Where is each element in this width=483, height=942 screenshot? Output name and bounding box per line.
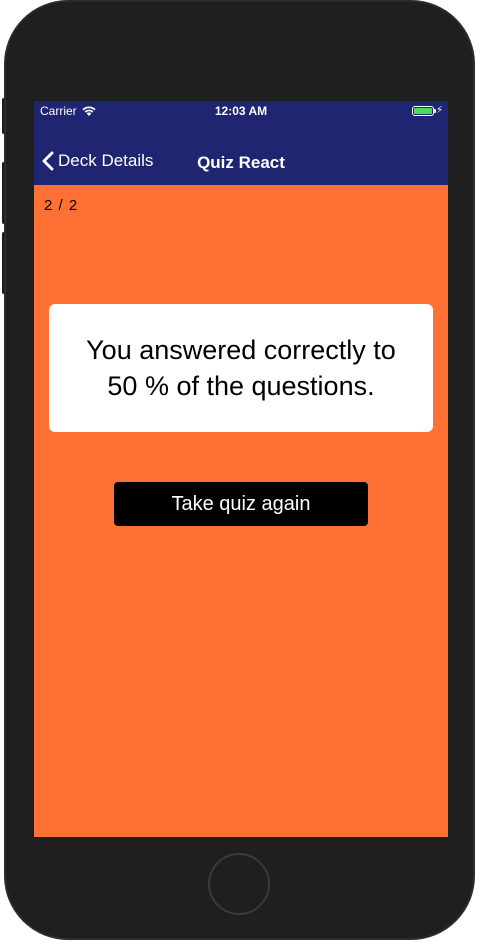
chevron-left-icon <box>42 151 54 171</box>
app-screen: Carrier 12:03 AM ⚡ Deck Details Quiz Rea… <box>34 101 448 837</box>
status-time: 12:03 AM <box>214 104 268 118</box>
battery-indicator: ⚡ <box>411 105 443 116</box>
battery-level <box>413 107 432 114</box>
battery-icon <box>411 105 436 116</box>
back-button[interactable]: Deck Details <box>42 151 153 171</box>
back-label: Deck Details <box>58 151 154 170</box>
home-button[interactable] <box>208 853 270 915</box>
result-message: You answered correctly to 50 % of the qu… <box>86 335 396 401</box>
status-bar: Carrier 12:03 AM ⚡ <box>34 101 448 121</box>
page-title-text: Quiz React <box>197 153 285 172</box>
bolt-icon: ⚡ <box>435 105 443 116</box>
navigation-bar: Deck Details Quiz React <box>34 121 448 185</box>
result-card: You answered correctly to 50 % of the qu… <box>49 304 433 432</box>
take-quiz-again-button[interactable]: Take quiz again <box>114 482 368 526</box>
question-counter: 2 / 2 <box>44 197 79 214</box>
